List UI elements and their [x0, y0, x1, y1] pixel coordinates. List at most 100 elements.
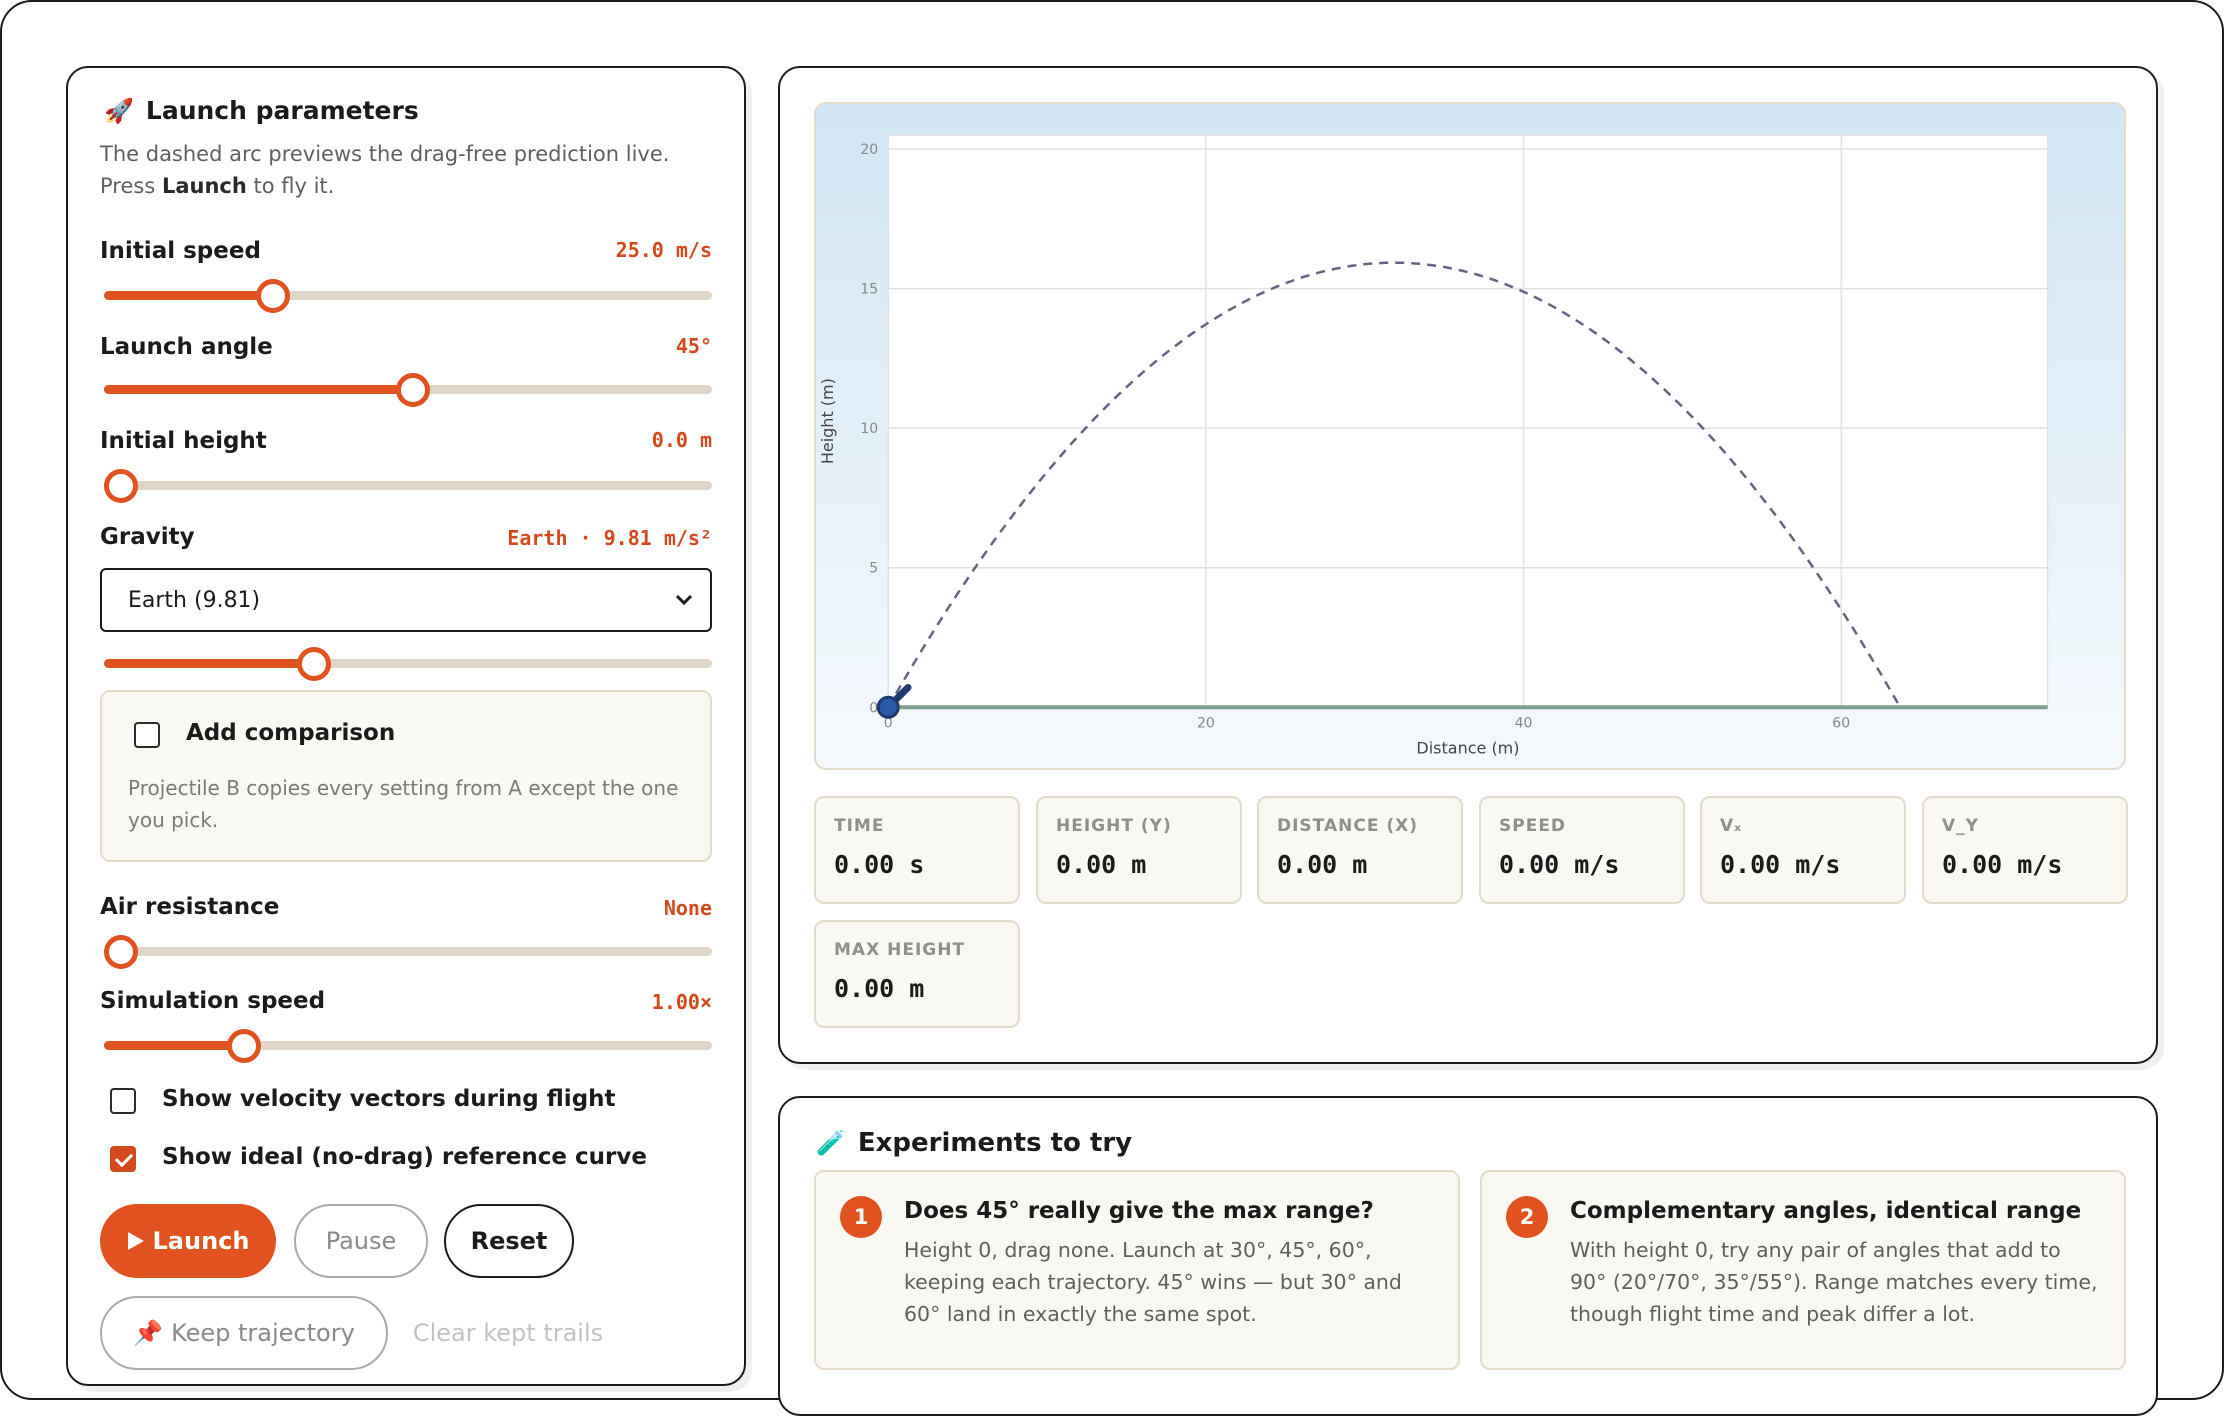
- slider-thumb[interactable]: [396, 373, 430, 407]
- experiment-title: Complementary angles, identical range: [1570, 1198, 2082, 1224]
- experiment-title: Does 45° really give the max range?: [904, 1198, 1374, 1224]
- experiment-card[interactable]: 1 Does 45° really give the max range? He…: [814, 1170, 1460, 1370]
- stat-label: SPEED: [1499, 816, 1567, 836]
- chevron-down-icon: [675, 594, 693, 606]
- pause-button-label: Pause: [325, 1227, 397, 1255]
- stat-card: SPEED 0.00 m/s: [1479, 796, 1685, 904]
- slider-thumb[interactable]: [255, 279, 290, 313]
- cannon-icon[interactable]: [876, 695, 900, 719]
- stat-value: 0.00 m: [1277, 850, 1368, 879]
- grid: [887, 134, 2049, 709]
- simulation-speed-slider[interactable]: [104, 1029, 712, 1063]
- panel-title-text: Launch parameters: [145, 96, 419, 125]
- trajectory-plot: 0 20 40 60 0 5 10 15 20 Distance (m) Height (m): [814, 102, 2126, 770]
- slider-thumb[interactable]: [296, 647, 331, 681]
- stat-card: Vₓ 0.00 m/s: [1700, 796, 1906, 904]
- experiment-description: Height 0, drag none. Launch at 30°, 45°,…: [904, 1238, 1402, 1326]
- panel-title: 🚀 Launch parameters: [104, 96, 419, 125]
- pause-button[interactable]: Pause: [294, 1204, 428, 1278]
- initial-height-value: 0.0 m: [651, 428, 712, 452]
- slider-fill: [104, 385, 408, 394]
- x-tick-label: 40: [1515, 715, 1533, 731]
- stat-card: DISTANCE (X) 0.00 m: [1257, 796, 1463, 904]
- experiment-card[interactable]: 2 Complementary angles, identical range …: [1480, 1170, 2126, 1370]
- stat-card: TIME 0.00 s: [814, 796, 1020, 904]
- test-tube-icon: 🧪: [816, 1129, 846, 1157]
- experiments-panel: 🧪 Experiments to try 1 Does 45° really g…: [778, 1096, 2158, 1416]
- y-axis-label: Height (m): [818, 378, 837, 464]
- gravity-value: Earth · 9.81 m/s²: [507, 526, 712, 550]
- stat-value: 0.00 m: [834, 974, 925, 1003]
- initial-height-slider[interactable]: [104, 469, 712, 503]
- slider-thumb[interactable]: [226, 1029, 261, 1063]
- rocket-icon: 🚀: [104, 96, 134, 125]
- pin-icon: 📌: [133, 1319, 164, 1347]
- add-comparison-checkbox[interactable]: [134, 722, 160, 748]
- stat-value: 0.00 m/s: [1499, 850, 1620, 879]
- initial-speed-label: Initial speed: [100, 238, 261, 264]
- simulation-speed-label: Simulation speed: [100, 988, 326, 1014]
- play-icon: [127, 1232, 144, 1250]
- panel-desc-tail: to fly it.: [246, 174, 335, 198]
- show-vectors-checkbox[interactable]: [110, 1088, 136, 1114]
- stat-value: 0.00 m/s: [1942, 850, 2063, 879]
- launch-button[interactable]: Launch: [100, 1204, 276, 1278]
- gravity-selected-option: Earth (9.81): [128, 587, 261, 613]
- y-tick-label: 5: [869, 561, 878, 577]
- launch-parameters-panel: 🚀 Launch parameters The dashed arc previ…: [66, 66, 746, 1386]
- keep-trajectory-button[interactable]: 📌 Keep trajectory: [100, 1296, 388, 1370]
- add-comparison-label[interactable]: Add comparison: [186, 720, 395, 746]
- slider-fill: [104, 659, 309, 668]
- plot-background: [887, 134, 2049, 708]
- experiment-number-badge: 2: [1506, 1196, 1548, 1238]
- initial-speed-value: 25.0 m/s: [615, 238, 712, 262]
- stat-card: MAX HEIGHT 0.00 m: [814, 920, 1020, 1028]
- air-resistance-value: None: [663, 896, 712, 920]
- launch-angle-label: Launch angle: [100, 334, 273, 360]
- y-tick-label: 15: [860, 282, 878, 298]
- stat-value: 0.00 s: [834, 850, 925, 879]
- experiment-number-badge: 1: [840, 1196, 882, 1238]
- experiment-description: With height 0, try any pair of angles th…: [1570, 1238, 2098, 1326]
- gravity-slider[interactable]: [104, 647, 712, 681]
- stat-label: MAX HEIGHT: [834, 940, 966, 960]
- simulation-speed-value: 1.00×: [651, 990, 712, 1014]
- initial-speed-slider[interactable]: [104, 279, 712, 313]
- launch-angle-value: 45°: [675, 334, 712, 358]
- reset-button-label: Reset: [470, 1227, 548, 1255]
- x-tick-label: 60: [1832, 715, 1850, 731]
- show-vectors-label[interactable]: Show velocity vectors during flight: [162, 1086, 616, 1112]
- slider-thumb[interactable]: [104, 469, 138, 503]
- stat-label: Vₓ: [1720, 816, 1743, 836]
- trajectory-chart: 0 20 40 6005101520 Distance (m) Height (m): [818, 134, 2049, 757]
- slider-track: [104, 947, 712, 956]
- show-ideal-checkbox[interactable]: [110, 1146, 136, 1172]
- keep-trajectory-label: Keep trajectory: [171, 1319, 355, 1347]
- stat-card: V_Y 0.00 m/s: [1922, 796, 2128, 904]
- comparison-box: Add comparison Projectile B copies every…: [100, 690, 712, 862]
- slider-fill: [104, 1041, 239, 1050]
- stat-value: 0.00 m: [1056, 850, 1147, 879]
- y-tick-label: 20: [860, 142, 878, 158]
- simulation-panel: 0 20 40 60 0 5 10 15 20 Distance (m) Height (m) …: [778, 66, 2158, 1064]
- experiments-title: 🧪 Experiments to try: [816, 1128, 1132, 1158]
- stat-label: DISTANCE (X): [1277, 816, 1418, 836]
- panel-desc-launch-word: Launch: [161, 174, 247, 198]
- gravity-select[interactable]: Earth (9.81): [100, 568, 712, 632]
- air-resistance-slider[interactable]: [104, 935, 712, 969]
- slider-track: [104, 481, 712, 490]
- stat-card: HEIGHT (Y) 0.00 m: [1036, 796, 1242, 904]
- launch-button-label: Launch: [152, 1227, 250, 1255]
- gravity-label: Gravity: [100, 524, 195, 550]
- experiments-title-text: Experiments to try: [857, 1128, 1133, 1158]
- show-ideal-label[interactable]: Show ideal (no-drag) reference curve: [162, 1144, 647, 1170]
- panel-description: The dashed arc previews the drag-free pr…: [100, 138, 720, 202]
- clear-trails-button[interactable]: Clear kept trails: [408, 1296, 608, 1370]
- slider-fill: [104, 291, 268, 300]
- clear-trails-label: Clear kept trails: [412, 1319, 604, 1347]
- stat-label: HEIGHT (Y): [1056, 816, 1172, 836]
- stat-label: V_Y: [1942, 816, 1979, 836]
- reset-button[interactable]: Reset: [444, 1204, 574, 1278]
- launch-angle-slider[interactable]: [104, 373, 712, 407]
- slider-thumb[interactable]: [104, 935, 138, 969]
